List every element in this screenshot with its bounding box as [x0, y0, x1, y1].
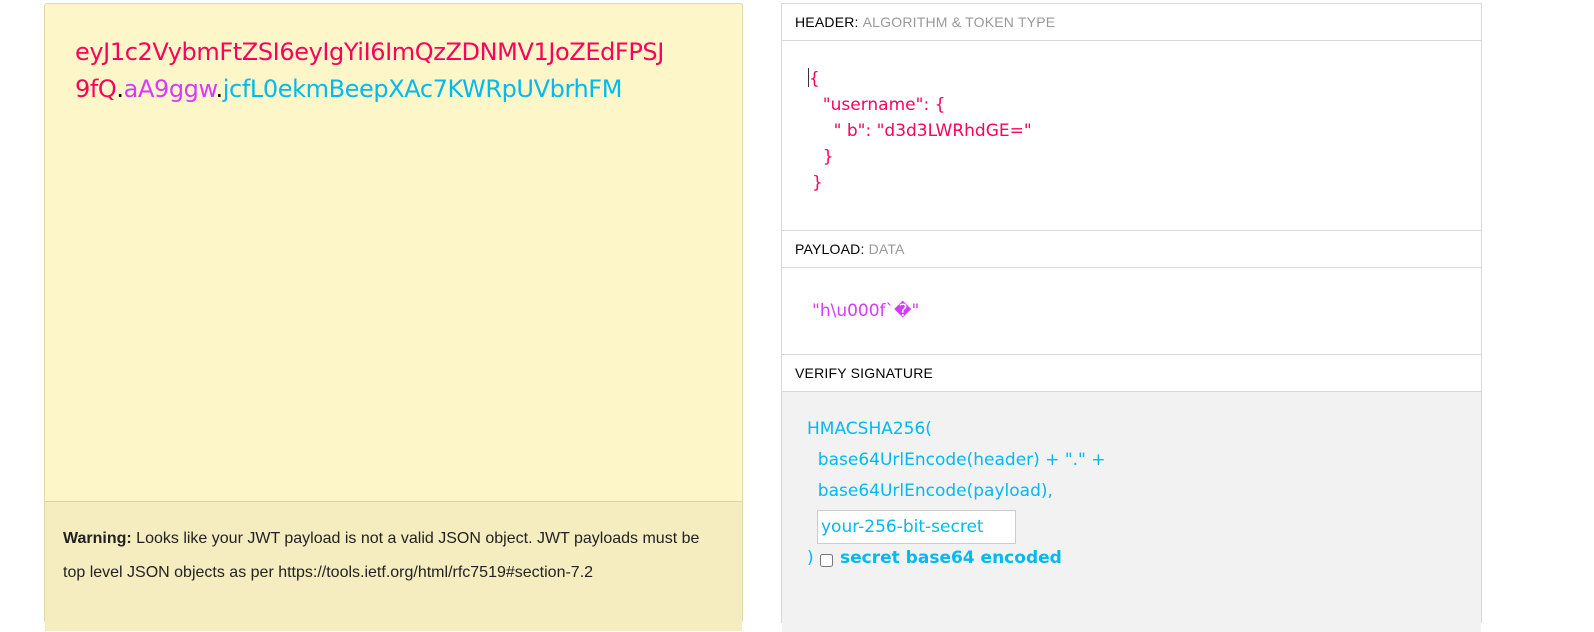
signature-body: HMACSHA256( base64UrlEncode(header) + ".…	[782, 392, 1481, 632]
token-signature-part: jcfL0ekmBeepXAc7KWRpUVbrhFM	[222, 75, 623, 103]
token-separator: .	[215, 75, 224, 103]
payload-title-sub: DATA	[868, 241, 905, 257]
base64-encoded-checkbox[interactable]	[820, 554, 833, 567]
hmac-function-label: HMACSHA256(	[807, 419, 932, 439]
warning-text: Looks like your JWT payload is not a val…	[63, 530, 700, 581]
json-line: }	[812, 173, 823, 193]
header-section-title: HEADER: ALGORITHM & TOKEN TYPE	[782, 4, 1481, 41]
base64-encoded-label[interactable]: secret base64 encoded	[840, 548, 1062, 568]
token-payload-part: aA9ggw	[123, 75, 216, 103]
encoded-token-panel[interactable]: eyJ1c2VybmFtZSI6eyIgYiI6ImQzZDNMV1JoZEdF…	[44, 3, 743, 631]
secret-input[interactable]	[817, 510, 1016, 544]
signature-line-payload: base64UrlEncode(payload),	[807, 481, 1053, 501]
payload-title-label: PAYLOAD:	[795, 241, 865, 257]
signature-section-title: VERIFY SIGNATURE	[782, 354, 1481, 392]
payload-section-title: PAYLOAD: DATA	[782, 230, 1481, 268]
header-json-editor[interactable]: { "username": { " b": "d3d3LWRhdGE=" } }	[808, 66, 1032, 196]
signature-close-paren: )	[807, 548, 814, 568]
warning-box: Warning: Looks like your JWT payload is …	[45, 501, 742, 631]
json-line: " b": "d3d3LWRhdGE="	[812, 121, 1032, 141]
json-line: {	[809, 69, 820, 89]
warning-label: Warning:	[63, 530, 132, 547]
header-title-label: HEADER:	[795, 14, 859, 30]
token-separator: .	[116, 75, 124, 103]
header-title-sub: ALGORITHM & TOKEN TYPE	[862, 14, 1056, 30]
signature-title-label: VERIFY SIGNATURE	[795, 365, 934, 381]
payload-json-editor[interactable]: "h\u000f`�"	[812, 298, 919, 324]
encoded-token-text[interactable]: eyJ1c2VybmFtZSI6eyIgYiI6ImQzZDNMV1JoZEdF…	[75, 34, 665, 108]
signature-line-header: base64UrlEncode(header) + "." +	[807, 450, 1106, 470]
decoded-panel: HEADER: ALGORITHM & TOKEN TYPE { "usernam…	[781, 3, 1482, 632]
json-line: "username": {	[812, 95, 946, 115]
json-line: }	[812, 147, 834, 167]
